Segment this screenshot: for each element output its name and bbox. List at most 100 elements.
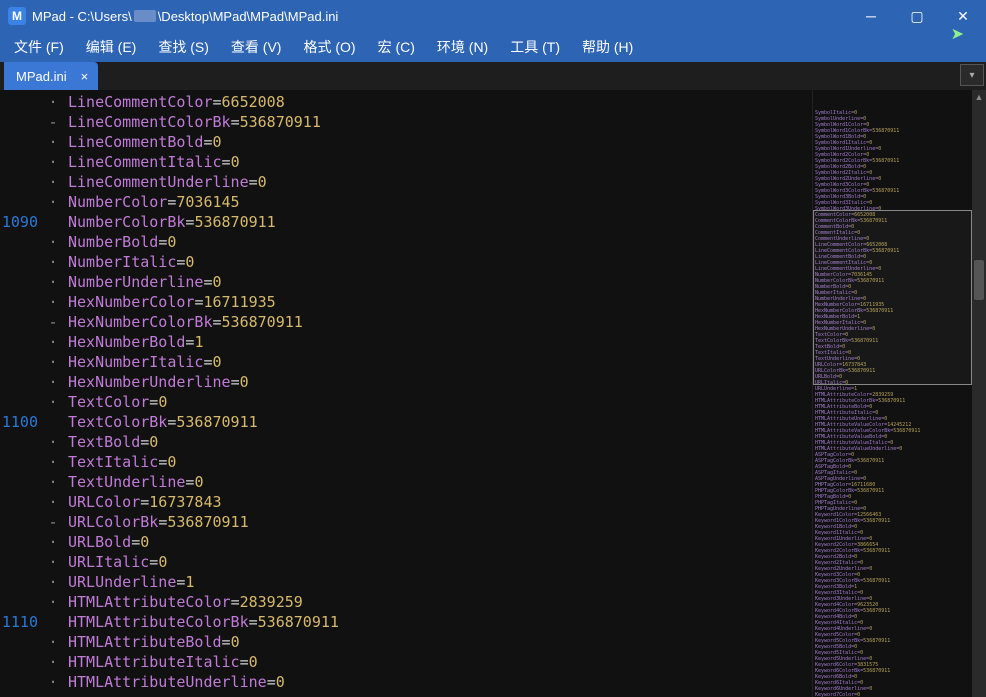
line-marker: · bbox=[46, 272, 60, 292]
menu-bar: 文件 (F) 编辑 (E) 查找 (S) 查看 (V) 格式 (O) 宏 (C)… bbox=[0, 32, 986, 62]
app-icon: M bbox=[8, 7, 26, 25]
window-close-button[interactable]: ✕ bbox=[940, 0, 986, 32]
editor-line[interactable]: ·NumberUnderline=0 bbox=[0, 272, 812, 292]
menu-find[interactable]: 查找 (S) bbox=[158, 37, 209, 57]
line-number: 1090 bbox=[0, 212, 46, 232]
editor-line[interactable]: -LineCommentColorBk=536870911 bbox=[0, 112, 812, 132]
line-number bbox=[0, 352, 46, 372]
menu-file[interactable]: 文件 (F) bbox=[14, 37, 64, 57]
code-editor[interactable]: ·LineCommentColor=6652008-LineCommentCol… bbox=[0, 90, 812, 697]
menu-macro[interactable]: 宏 (C) bbox=[378, 37, 415, 57]
editor-line[interactable]: ·HexNumberColor=16711935 bbox=[0, 292, 812, 312]
window-titlebar[interactable]: M MPad - C:\Users\ \Desktop\MPad\MPad\MP… bbox=[0, 0, 986, 32]
line-number bbox=[0, 592, 46, 612]
editor-line[interactable]: 1100TextColorBk=536870911 bbox=[0, 412, 812, 432]
line-content: TextItalic=0 bbox=[60, 452, 176, 472]
menu-view[interactable]: 查看 (V) bbox=[231, 37, 282, 57]
editor-line[interactable]: -URLColorBk=536870911 bbox=[0, 512, 812, 532]
editor-line[interactable]: ·NumberItalic=0 bbox=[0, 252, 812, 272]
line-number bbox=[0, 192, 46, 212]
line-number bbox=[0, 92, 46, 112]
minimap[interactable]: SymbolItalic=0SymbolUnderline=0SymbolWor… bbox=[812, 90, 972, 697]
line-content: LineCommentBold=0 bbox=[60, 132, 222, 152]
line-marker: · bbox=[46, 372, 60, 392]
editor-line[interactable]: ·URLBold=0 bbox=[0, 532, 812, 552]
line-marker: · bbox=[46, 252, 60, 272]
line-number bbox=[0, 232, 46, 252]
editor-line[interactable]: ·LineCommentBold=0 bbox=[0, 132, 812, 152]
editor-line[interactable]: ·TextBold=0 bbox=[0, 432, 812, 452]
window-maximize-button[interactable]: ▢ bbox=[894, 0, 940, 32]
line-content: LineCommentColor=6652008 bbox=[60, 92, 285, 112]
line-content: NumberColor=7036145 bbox=[60, 192, 240, 212]
line-marker: · bbox=[46, 572, 60, 592]
editor-line[interactable]: ·LineCommentColor=6652008 bbox=[0, 92, 812, 112]
line-content: TextBold=0 bbox=[60, 432, 158, 452]
line-number bbox=[0, 372, 46, 392]
line-content: HexNumberColorBk=536870911 bbox=[60, 312, 303, 332]
line-number bbox=[0, 532, 46, 552]
line-marker: · bbox=[46, 432, 60, 452]
editor-line[interactable]: ·NumberBold=0 bbox=[0, 232, 812, 252]
scrollbar-thumb[interactable] bbox=[974, 260, 984, 300]
line-marker: - bbox=[46, 112, 60, 132]
editor-line[interactable]: -HexNumberColorBk=536870911 bbox=[0, 312, 812, 332]
line-marker: · bbox=[46, 532, 60, 552]
line-content: LineCommentItalic=0 bbox=[60, 152, 240, 172]
line-number bbox=[0, 652, 46, 672]
tab-active[interactable]: MPad.ini × bbox=[4, 62, 98, 90]
line-marker: · bbox=[46, 92, 60, 112]
editor-line[interactable]: ·HTMLAttributeItalic=0 bbox=[0, 652, 812, 672]
editor-line[interactable]: ·URLItalic=0 bbox=[0, 552, 812, 572]
line-marker: · bbox=[46, 652, 60, 672]
editor-line[interactable]: ·HTMLAttributeUnderline=0 bbox=[0, 672, 812, 692]
editor-line[interactable]: ·TextItalic=0 bbox=[0, 452, 812, 472]
line-content: HTMLAttributeItalic=0 bbox=[60, 652, 258, 672]
tab-label: MPad.ini bbox=[16, 69, 67, 84]
line-content: URLItalic=0 bbox=[60, 552, 167, 572]
line-content: HexNumberBold=1 bbox=[60, 332, 203, 352]
editor-line[interactable]: ·HexNumberBold=1 bbox=[0, 332, 812, 352]
editor-line[interactable]: ·HexNumberItalic=0 bbox=[0, 352, 812, 372]
line-content: TextUnderline=0 bbox=[60, 472, 203, 492]
vertical-scrollbar[interactable]: ▲ bbox=[972, 90, 986, 697]
editor-line[interactable]: ·HexNumberUnderline=0 bbox=[0, 372, 812, 392]
line-number bbox=[0, 112, 46, 132]
line-number bbox=[0, 172, 46, 192]
menu-help[interactable]: 帮助 (H) bbox=[582, 37, 633, 57]
menu-tools[interactable]: 工具 (T) bbox=[510, 37, 560, 57]
line-number bbox=[0, 552, 46, 572]
editor-line[interactable]: 1110HTMLAttributeColorBk=536870911 bbox=[0, 612, 812, 632]
editor-line[interactable]: ·URLColor=16737843 bbox=[0, 492, 812, 512]
menu-format[interactable]: 格式 (O) bbox=[303, 37, 355, 57]
scrollbar-up-arrow-icon[interactable]: ▲ bbox=[972, 90, 986, 104]
line-marker: · bbox=[46, 132, 60, 152]
line-number bbox=[0, 152, 46, 172]
window-minimize-button[interactable]: ─ bbox=[848, 0, 894, 32]
line-content: NumberUnderline=0 bbox=[60, 272, 222, 292]
menu-env[interactable]: 环境 (N) bbox=[437, 37, 488, 57]
editor-line[interactable]: ·LineCommentItalic=0 bbox=[0, 152, 812, 172]
editor-line[interactable]: ·TextUnderline=0 bbox=[0, 472, 812, 492]
editor-line[interactable]: ·LineCommentUnderline=0 bbox=[0, 172, 812, 192]
line-marker: · bbox=[46, 292, 60, 312]
tab-list-dropdown[interactable]: ▾ bbox=[960, 64, 984, 86]
editor-line[interactable]: ·TextColor=0 bbox=[0, 392, 812, 412]
line-content: NumberBold=0 bbox=[60, 232, 176, 252]
line-number bbox=[0, 272, 46, 292]
line-marker: · bbox=[46, 392, 60, 412]
line-content: URLBold=0 bbox=[60, 532, 149, 552]
editor-line[interactable]: ·HTMLAttributeBold=0 bbox=[0, 632, 812, 652]
line-number bbox=[0, 292, 46, 312]
editor-line[interactable]: ·HTMLAttributeColor=2839259 bbox=[0, 592, 812, 612]
tab-close-icon[interactable]: × bbox=[81, 69, 89, 84]
editor-line[interactable]: ·URLUnderline=1 bbox=[0, 572, 812, 592]
line-content: URLColor=16737843 bbox=[60, 492, 222, 512]
menu-edit[interactable]: 编辑 (E) bbox=[86, 37, 137, 57]
editor-area: ·LineCommentColor=6652008-LineCommentCol… bbox=[0, 90, 986, 697]
line-content: NumberItalic=0 bbox=[60, 252, 194, 272]
line-content: LineCommentUnderline=0 bbox=[60, 172, 267, 192]
line-number bbox=[0, 572, 46, 592]
editor-line[interactable]: 1090NumberColorBk=536870911 bbox=[0, 212, 812, 232]
editor-line[interactable]: ·NumberColor=7036145 bbox=[0, 192, 812, 212]
